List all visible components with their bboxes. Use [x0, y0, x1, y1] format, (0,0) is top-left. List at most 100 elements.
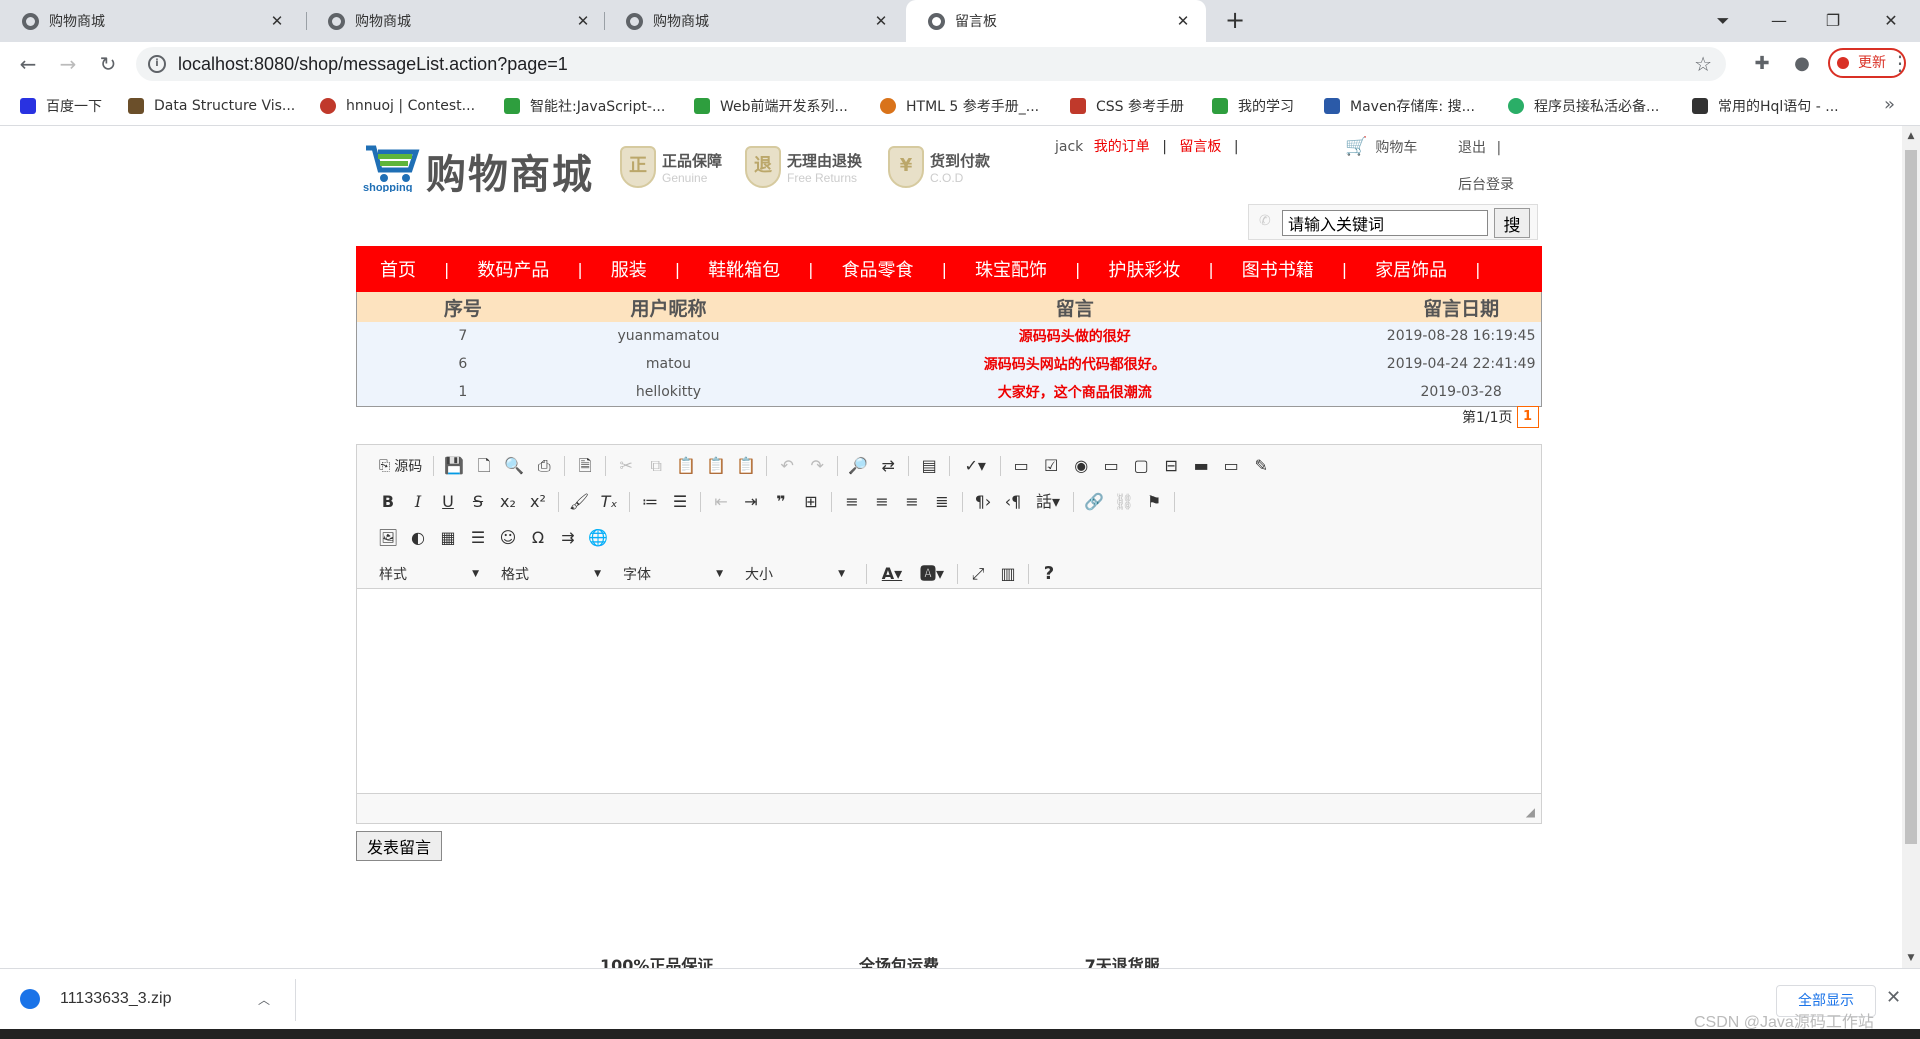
- browser-tab[interactable]: 购物商城 ✕: [0, 0, 300, 42]
- font-dropdown[interactable]: 字体 ▼: [617, 562, 729, 586]
- address-bar[interactable]: i localhost:8080/shop/messageList.action…: [136, 47, 1726, 81]
- bookmark-item[interactable]: hnnuoj | Contest...: [320, 96, 475, 116]
- maximize-icon[interactable]: ⤢: [963, 560, 993, 588]
- source-button[interactable]: ⎘ 源码: [373, 452, 428, 480]
- templates-icon[interactable]: 🗎: [570, 452, 600, 480]
- flash-icon[interactable]: ◐: [403, 524, 433, 552]
- info-icon[interactable]: i: [148, 55, 166, 73]
- nav-item-home[interactable]: 首页: [380, 256, 416, 282]
- link-icon[interactable]: 🔗: [1079, 488, 1109, 516]
- remove-format-icon[interactable]: Tₓ: [594, 488, 624, 516]
- page-scrollbar[interactable]: ▲ ▼: [1902, 126, 1920, 968]
- close-icon[interactable]: ✕: [1174, 12, 1192, 30]
- select-all-icon[interactable]: ▤: [914, 452, 944, 480]
- show-blocks-icon[interactable]: ▥: [993, 560, 1023, 588]
- profile-icon[interactable]: ●: [1790, 52, 1814, 76]
- replace-icon[interactable]: ⇄: [873, 452, 903, 480]
- post-message-button[interactable]: 发表留言: [356, 831, 442, 861]
- chevron-up-icon[interactable]: ︿: [258, 991, 270, 1008]
- nav-item-clothing[interactable]: 服装: [611, 256, 647, 282]
- align-left-icon[interactable]: ≡: [837, 488, 867, 516]
- redo-icon[interactable]: ↷: [802, 452, 832, 480]
- image-button-icon[interactable]: ▭: [1216, 452, 1246, 480]
- message-board-link[interactable]: 留言板: [1179, 139, 1221, 155]
- cut-icon[interactable]: ✂: [611, 452, 641, 480]
- bookmark-item[interactable]: HTML 5 参考手册_...: [880, 96, 1039, 116]
- bookmark-item[interactable]: Maven存储库: 搜...: [1324, 96, 1475, 116]
- url-text[interactable]: localhost:8080/shop/messageList.action?p…: [178, 54, 568, 75]
- browser-tab-active[interactable]: 留言板 ✕: [906, 0, 1206, 42]
- radio-icon[interactable]: ◉: [1066, 452, 1096, 480]
- window-close-button[interactable]: ✕: [1878, 8, 1904, 34]
- cart-link[interactable]: 🛒 购物车: [1345, 136, 1417, 157]
- search-button[interactable]: 搜: [1494, 208, 1530, 238]
- forward-icon[interactable]: →: [56, 52, 80, 76]
- outdent-icon[interactable]: ⇤: [706, 488, 736, 516]
- table-icon[interactable]: ▦: [433, 524, 463, 552]
- close-icon[interactable]: ✕: [872, 12, 890, 30]
- text-color-icon[interactable]: A▾: [872, 560, 912, 588]
- resize-grip-icon[interactable]: ◢: [1526, 805, 1535, 819]
- bookmark-item[interactable]: Web前端开发系列...: [694, 96, 848, 116]
- find-icon[interactable]: 🔎: [843, 452, 873, 480]
- download-item[interactable]: 11133633_3.zip ︿: [20, 983, 280, 1015]
- site-title[interactable]: 购物商城: [426, 142, 594, 200]
- numbered-list-icon[interactable]: ≔: [635, 488, 665, 516]
- form-icon[interactable]: ▭: [1006, 452, 1036, 480]
- textfield-icon[interactable]: ▭: [1096, 452, 1126, 480]
- restore-button[interactable]: ❐: [1820, 8, 1846, 34]
- nav-item-digital[interactable]: 数码产品: [477, 256, 549, 282]
- iframe-globe-icon[interactable]: 🌐: [583, 524, 613, 552]
- browser-tab[interactable]: 购物商城 ✕: [604, 0, 904, 42]
- justify-icon[interactable]: ≣: [927, 488, 957, 516]
- my-orders-link[interactable]: 我的订单: [1094, 139, 1150, 155]
- undo-icon[interactable]: ↶: [772, 452, 802, 480]
- horizontal-rule-icon[interactable]: ☰: [463, 524, 493, 552]
- admin-login-link[interactable]: 后台登录: [1458, 174, 1514, 194]
- menu-icon[interactable]: ⋮: [1890, 50, 1910, 76]
- page-number-button[interactable]: 1: [1516, 406, 1539, 428]
- scrollbar-thumb[interactable]: [1905, 150, 1917, 844]
- bookmark-item[interactable]: 智能社:JavaScript-...: [504, 96, 665, 116]
- bg-color-icon[interactable]: 🅰▾: [912, 560, 952, 588]
- bold-icon[interactable]: B: [373, 488, 403, 516]
- select-icon[interactable]: ⊟: [1156, 452, 1186, 480]
- bookmark-item[interactable]: 程序员接私活必备...: [1508, 96, 1659, 116]
- paste-word-icon[interactable]: 📋: [731, 452, 761, 480]
- bookmark-item[interactable]: CSS 参考手册: [1070, 96, 1184, 116]
- checkbox-icon[interactable]: ☑: [1036, 452, 1066, 480]
- scroll-up-icon[interactable]: ▲: [1902, 128, 1920, 144]
- scroll-down-icon[interactable]: ▼: [1902, 950, 1920, 966]
- save-icon[interactable]: 💾: [439, 452, 469, 480]
- page-break-icon[interactable]: ⇉: [553, 524, 583, 552]
- hidden-field-icon[interactable]: ✎: [1246, 452, 1276, 480]
- nav-item-cosmetics[interactable]: 护肤彩妆: [1108, 256, 1180, 282]
- ltr-icon[interactable]: ¶›: [968, 488, 998, 516]
- div-container-icon[interactable]: ⊞: [796, 488, 826, 516]
- superscript-icon[interactable]: x²: [523, 488, 553, 516]
- help-icon[interactable]: ?: [1034, 560, 1064, 588]
- print-icon[interactable]: ⎙: [529, 452, 559, 480]
- align-center-icon[interactable]: ≡: [867, 488, 897, 516]
- close-icon[interactable]: ✕: [268, 12, 286, 30]
- styles-dropdown[interactable]: 样式 ▼: [373, 562, 485, 586]
- preview-icon[interactable]: 🔍: [499, 452, 529, 480]
- button-icon[interactable]: ▬: [1186, 452, 1216, 480]
- shopping-cart-logo-icon[interactable]: shopping: [362, 140, 422, 192]
- nav-item-jewelry[interactable]: 珠宝配饰: [975, 256, 1047, 282]
- minimize-button[interactable]: —: [1766, 8, 1792, 34]
- align-right-icon[interactable]: ≡: [897, 488, 927, 516]
- new-page-icon[interactable]: 🗋: [469, 452, 499, 480]
- bookmark-item[interactable]: 常用的Hql语句 - ...: [1692, 96, 1839, 116]
- size-dropdown[interactable]: 大小 ▼: [739, 562, 851, 586]
- bookmark-item[interactable]: Data Structure Vis...: [128, 96, 295, 116]
- logout-link[interactable]: 退出 |: [1458, 137, 1501, 157]
- nav-item-books[interactable]: 图书书籍: [1242, 256, 1314, 282]
- browser-tab[interactable]: 购物商城 ✕: [306, 0, 606, 42]
- subscript-icon[interactable]: x₂: [493, 488, 523, 516]
- italic-icon[interactable]: I: [403, 488, 433, 516]
- blockquote-icon[interactable]: ❞: [766, 488, 796, 516]
- paste-icon[interactable]: 📋: [671, 452, 701, 480]
- extensions-icon[interactable]: ✚: [1750, 52, 1774, 76]
- spellcheck-icon[interactable]: ✓▾: [955, 452, 995, 480]
